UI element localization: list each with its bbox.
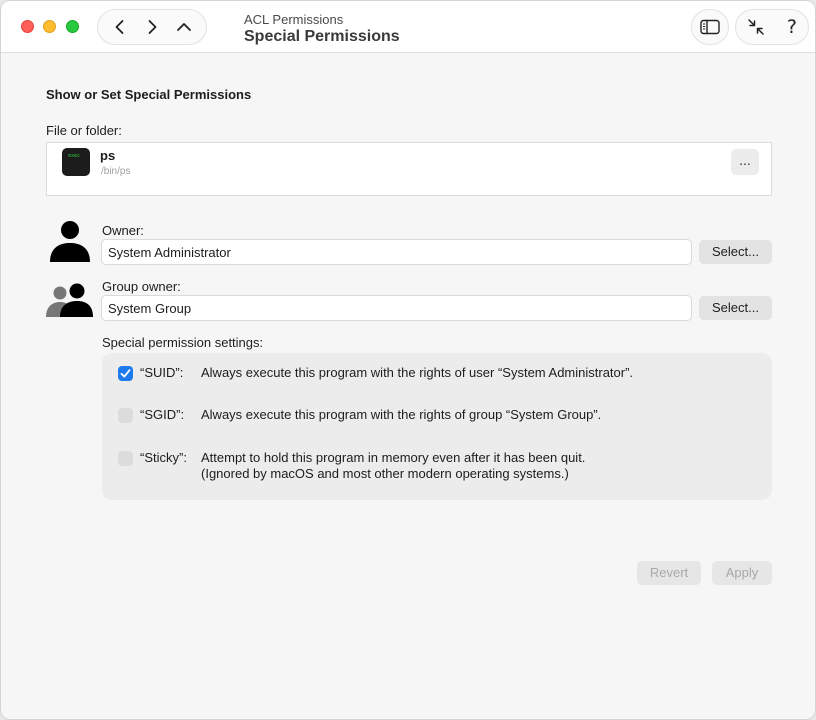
file-label: File or folder:: [46, 123, 122, 138]
window-title: Special Permissions: [244, 28, 400, 45]
suid-checkbox[interactable]: [118, 366, 133, 381]
chevron-up-icon: [177, 23, 191, 31]
sticky-description-line1: Attempt to hold this program in memory e…: [201, 450, 586, 465]
toolbar-right-group: ?: [735, 9, 809, 45]
apply-button[interactable]: Apply: [712, 561, 772, 585]
file-path: /bin/ps: [101, 166, 131, 177]
owner-label: Owner:: [102, 223, 144, 238]
page-heading: Show or Set Special Permissions: [46, 87, 252, 102]
arrows-collapse-icon: [748, 19, 764, 35]
owner-field[interactable]: [101, 239, 692, 265]
group-owner-label: Group owner:: [102, 279, 181, 294]
revert-button[interactable]: Revert: [637, 561, 701, 585]
forward-button[interactable]: [138, 13, 166, 41]
sgid-description: Always execute this program with the rig…: [201, 407, 602, 422]
group-select-button[interactable]: Select...: [699, 296, 772, 320]
titlebar: ACL Permissions Special Permissions ?: [1, 1, 815, 53]
sgid-label: “SGID”:: [140, 407, 185, 422]
executable-icon: exec: [62, 148, 90, 176]
help-button[interactable]: ?: [787, 16, 797, 38]
up-button[interactable]: [170, 13, 198, 41]
file-name: ps: [100, 148, 116, 163]
sgid-checkbox[interactable]: [118, 408, 133, 423]
special-settings-label: Special permission settings:: [102, 335, 264, 350]
collapse-button[interactable]: [747, 18, 765, 36]
close-window-button[interactable]: [21, 20, 34, 33]
zoom-window-button[interactable]: [66, 20, 79, 33]
toggle-sidebar-button[interactable]: [691, 9, 729, 45]
file-selector: exec ps /bin/ps ...: [46, 142, 772, 196]
suid-label: “SUID”:: [140, 365, 184, 380]
checkmark-icon: [120, 369, 131, 378]
user-icon: [50, 221, 90, 262]
special-permissions-panel: “SUID”: Always execute this program with…: [102, 353, 772, 500]
window-subtitle: ACL Permissions: [244, 12, 344, 27]
app-window: ACL Permissions Special Permissions ? Sh…: [0, 0, 816, 720]
sticky-description-line2: (Ignored by macOS and most other modern …: [201, 466, 569, 481]
sticky-label: “Sticky”:: [140, 450, 187, 465]
sidebar-icon: [700, 19, 720, 35]
group-icon: [46, 283, 93, 317]
choose-file-button[interactable]: ...: [731, 149, 759, 175]
group-owner-field[interactable]: [101, 295, 692, 321]
minimize-window-button[interactable]: [43, 20, 56, 33]
owner-select-button[interactable]: Select...: [699, 240, 772, 264]
chevron-right-icon: [148, 20, 157, 34]
navigation-group: [97, 9, 207, 45]
sticky-checkbox[interactable]: [118, 451, 133, 466]
back-button[interactable]: [106, 13, 134, 41]
sticky-description: Attempt to hold this program in memory e…: [201, 450, 585, 482]
chevron-left-icon: [115, 20, 124, 34]
suid-description: Always execute this program with the rig…: [201, 365, 634, 380]
